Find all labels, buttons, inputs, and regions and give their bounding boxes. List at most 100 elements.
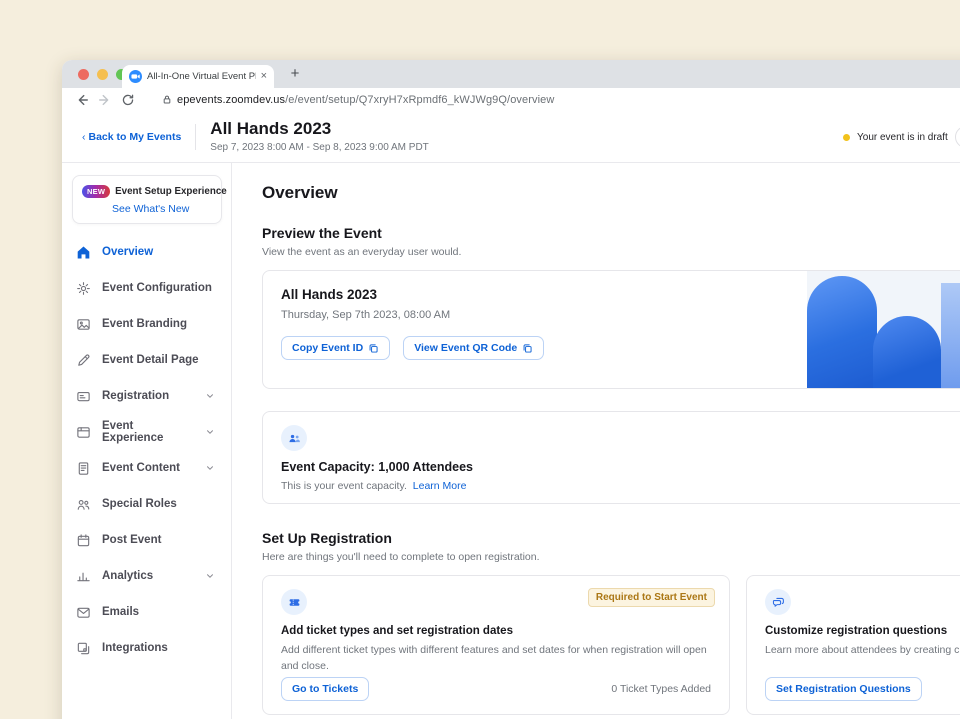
setup-sidebar: NEW Event Setup Experience See What's Ne… bbox=[62, 163, 232, 719]
capacity-icon-circle bbox=[281, 425, 307, 451]
forward-icon[interactable] bbox=[98, 93, 112, 107]
image-icon bbox=[76, 317, 91, 332]
event-branding-illustration bbox=[807, 271, 960, 388]
event-dates: Sep 7, 2023 8:00 AM - Sep 8, 2023 9:00 A… bbox=[210, 142, 428, 153]
event-title-block: All Hands 2023 Sep 7, 2023 8:00 AM - Sep… bbox=[210, 120, 428, 153]
header-divider bbox=[195, 124, 196, 150]
sidebar-item-event-content[interactable]: Event Content bbox=[72, 450, 225, 486]
copy-event-id-button[interactable]: Copy Event ID bbox=[281, 336, 390, 360]
sidebar-item-registration[interactable]: Registration bbox=[72, 378, 225, 414]
copy-icon bbox=[368, 343, 379, 354]
sidebar-item-label: Event Detail Page bbox=[102, 354, 199, 366]
sidebar-item-label: Special Roles bbox=[102, 498, 177, 510]
minimize-window-button[interactable] bbox=[97, 69, 108, 80]
sidebar-item-label: Post Event bbox=[102, 534, 161, 546]
pencil-icon bbox=[76, 353, 91, 368]
sidebar-item-overview[interactable]: Overview bbox=[72, 234, 225, 270]
sidebar-item-label: Registration bbox=[102, 390, 169, 402]
learn-more-link[interactable]: Learn More bbox=[413, 480, 467, 492]
close-window-button[interactable] bbox=[78, 69, 89, 80]
bar-chart-icon bbox=[76, 569, 91, 584]
browser-toolbar: epevents.zoomdev.us/e/event/setup/Q7xryH… bbox=[62, 88, 960, 111]
illustration-band bbox=[941, 283, 960, 388]
sidebar-item-label: Event Configuration bbox=[102, 282, 212, 294]
url-host: epevents.zoomdev.us bbox=[177, 94, 285, 106]
sidebar-item-event-branding[interactable]: Event Branding bbox=[72, 306, 225, 342]
event-capacity-card: Event Capacity: 1,000 Attendees This is … bbox=[262, 411, 960, 504]
chevron-down-icon[interactable] bbox=[205, 427, 215, 437]
preview-heading: Preview the Event bbox=[262, 225, 960, 241]
back-to-my-events-link[interactable]: ‹Back to My Events bbox=[82, 131, 181, 143]
back-icon[interactable] bbox=[75, 93, 89, 107]
sidebar-item-label: Analytics bbox=[102, 570, 153, 582]
event-header: ‹Back to My Events All Hands 2023 Sep 7,… bbox=[62, 111, 960, 163]
back-chevron-icon: ‹ bbox=[82, 131, 86, 143]
sidebar-item-label: Event Branding bbox=[102, 318, 187, 330]
document-icon bbox=[76, 461, 91, 476]
layout-icon bbox=[76, 425, 91, 440]
new-tab-button[interactable]: + bbox=[286, 65, 304, 82]
calendar-icon bbox=[76, 533, 91, 548]
lock-icon bbox=[162, 94, 172, 105]
overview-main: Overview Preview the Event View the even… bbox=[232, 163, 960, 719]
sidebar-item-label: Event Content bbox=[102, 462, 180, 474]
sidebar-item-emails[interactable]: Emails bbox=[72, 594, 225, 630]
promo-title: Event Setup Experience bbox=[115, 186, 227, 197]
sidebar-item-label: Integrations bbox=[102, 642, 168, 654]
sidebar-item-integrations[interactable]: Integrations bbox=[72, 630, 225, 666]
sidebar-item-event-configuration[interactable]: Event Configuration bbox=[72, 270, 225, 306]
registration-card-icon bbox=[76, 389, 91, 404]
header-status-group: Your event is in draft bbox=[843, 126, 960, 148]
desktop-background: All-In-One Virtual Event Platfo × + epe bbox=[0, 0, 960, 719]
attendees-icon bbox=[288, 432, 301, 445]
url-path: /e/event/setup/Q7xryH7xRpmdf6_kWJWg9Q/ov… bbox=[285, 94, 554, 106]
event-title: All Hands 2023 bbox=[210, 120, 428, 139]
registration-questions-card: Customize registration questions Learn m… bbox=[746, 575, 960, 715]
ticket-icon-circle bbox=[281, 589, 307, 615]
sidebar-nav: Overview Event Configuration bbox=[72, 234, 225, 666]
sidebar-item-label: Overview bbox=[102, 246, 153, 258]
back-label: Back to My Events bbox=[89, 131, 182, 143]
address-bar[interactable]: epevents.zoomdev.us/e/event/setup/Q7xryH… bbox=[162, 94, 554, 106]
sidebar-item-event-detail-page[interactable]: Event Detail Page bbox=[72, 342, 225, 378]
header-action-button-clipped[interactable] bbox=[955, 126, 960, 148]
questions-icon-circle bbox=[765, 589, 791, 615]
go-to-tickets-button[interactable]: Go to Tickets bbox=[281, 677, 369, 701]
people-icon bbox=[76, 497, 91, 512]
sidebar-item-analytics[interactable]: Analytics bbox=[72, 558, 225, 594]
gear-icon bbox=[76, 281, 91, 296]
draft-status-text: Your event is in draft bbox=[857, 132, 948, 143]
browser-tabstrip: All-In-One Virtual Event Platfo × + bbox=[62, 60, 960, 88]
questions-card-title: Customize registration questions bbox=[765, 625, 960, 637]
view-qr-label: View Event QR Code bbox=[414, 342, 517, 354]
sidebar-item-label: Emails bbox=[102, 606, 139, 618]
tickets-card-desc: Add different ticket types with differen… bbox=[281, 643, 711, 675]
tab-close-icon[interactable]: × bbox=[261, 71, 267, 82]
chevron-down-icon[interactable] bbox=[205, 571, 215, 581]
view-event-qr-code-button[interactable]: View Event QR Code bbox=[403, 336, 544, 360]
ticket-icon bbox=[288, 596, 301, 609]
ticket-types-count: 0 Ticket Types Added bbox=[611, 683, 711, 695]
event-preview-card: All Hands 2023 Thursday, Sep 7th 2023, 0… bbox=[262, 270, 960, 389]
copy-icon bbox=[522, 343, 533, 354]
capacity-desc: This is your event capacity. Learn More bbox=[281, 480, 960, 492]
sidebar-item-post-event[interactable]: Post Event bbox=[72, 522, 225, 558]
sidebar-item-label: Event Experience bbox=[102, 420, 194, 444]
chevron-down-icon[interactable] bbox=[205, 463, 215, 473]
tickets-card-title: Add ticket types and set registration da… bbox=[281, 625, 711, 637]
zoom-favicon bbox=[129, 70, 142, 83]
go-to-tickets-label: Go to Tickets bbox=[292, 683, 358, 695]
url-text: epevents.zoomdev.us/e/event/setup/Q7xryH… bbox=[177, 94, 554, 106]
browser-window: All-In-One Virtual Event Platfo × + epe bbox=[62, 60, 960, 719]
see-whats-new-link[interactable]: See What's New bbox=[112, 203, 212, 215]
chevron-down-icon[interactable] bbox=[205, 391, 215, 401]
sidebar-item-special-roles[interactable]: Special Roles bbox=[72, 486, 225, 522]
set-registration-questions-button[interactable]: Set Registration Questions bbox=[765, 677, 922, 701]
browser-tab[interactable]: All-In-One Virtual Event Platfo × bbox=[122, 65, 274, 88]
window-controls[interactable] bbox=[78, 69, 127, 80]
reload-icon[interactable] bbox=[121, 93, 135, 107]
tickets-setup-card: Required to Start Event Add ticket types… bbox=[262, 575, 730, 715]
sidebar-item-event-experience[interactable]: Event Experience bbox=[72, 414, 225, 450]
set-registration-questions-label: Set Registration Questions bbox=[776, 683, 911, 695]
integrations-icon bbox=[76, 641, 91, 656]
